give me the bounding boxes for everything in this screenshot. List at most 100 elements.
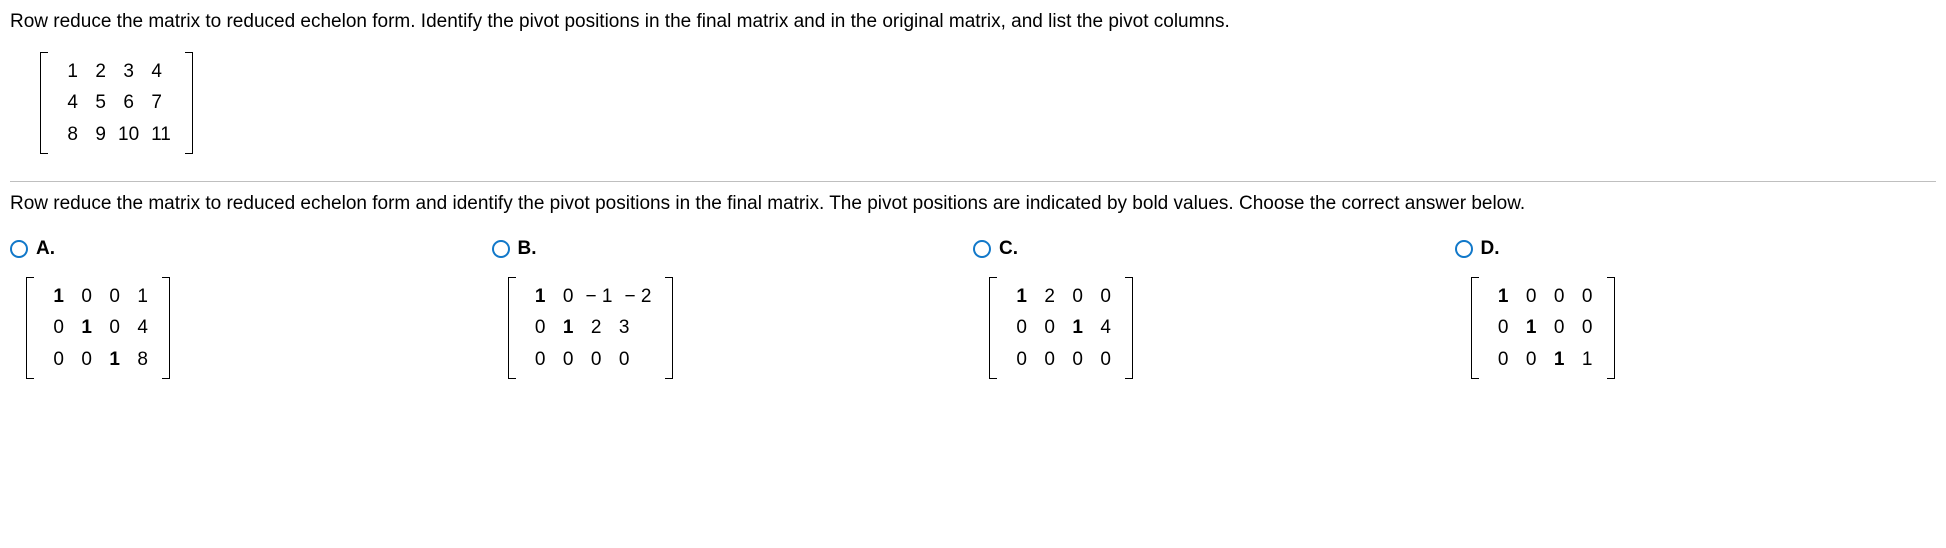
- choice-b: B. 1 0 − 1 − 2 0 1 2 3 0 0: [492, 235, 974, 388]
- choice-d: D. 1 0 0 0 0 1 0 0 0 0: [1455, 235, 1937, 388]
- choice-label: C.: [999, 235, 1018, 263]
- matrix-cell: 1: [1487, 281, 1515, 313]
- matrix-cell: 0: [42, 344, 70, 376]
- matrix-cell: 1: [1571, 344, 1599, 376]
- matrix-cell: 1: [98, 344, 126, 376]
- choice-b-matrix: 1 0 − 1 − 2 0 1 2 3 0 0 0 0: [508, 277, 674, 380]
- bracket-left-icon: [26, 277, 34, 380]
- bracket-left-icon: [989, 277, 997, 380]
- matrix-cell: 5: [84, 87, 112, 119]
- matrix-cell: 4: [126, 312, 154, 344]
- matrix-cell: 0: [1005, 344, 1033, 376]
- choice-label: B.: [518, 235, 537, 263]
- choice-c-matrix: 1 2 0 0 0 0 1 4 0 0 0 0: [989, 277, 1133, 380]
- choice-a-header[interactable]: A.: [10, 235, 472, 263]
- matrix-cell: 0: [1089, 281, 1117, 313]
- matrix-cell: 0: [1543, 312, 1571, 344]
- problem-header: Row reduce the matrix to reduced echelon…: [10, 8, 1936, 177]
- choice-b-header[interactable]: B.: [492, 235, 954, 263]
- choice-label: A.: [36, 235, 55, 263]
- choice-d-matrix: 1 0 0 0 0 1 0 0 0 0 1 1: [1471, 277, 1615, 380]
- matrix-cell: 11: [145, 119, 177, 151]
- matrix-row: 8 9 10 11: [56, 119, 177, 151]
- matrix-cell: 2: [84, 56, 112, 88]
- sub-instruction-text: Row reduce the matrix to reduced echelon…: [10, 190, 1936, 218]
- matrix-cell: 0: [1487, 312, 1515, 344]
- bracket-right-icon: [1607, 277, 1615, 380]
- bracket-right-icon: [185, 52, 193, 155]
- matrix-body: 1 2 3 4 4 5 6 7 8 9 10 11: [48, 52, 185, 155]
- radio-icon[interactable]: [1455, 240, 1473, 258]
- matrix-cell: 0: [1571, 312, 1599, 344]
- matrix-cell: 0: [1005, 312, 1033, 344]
- choice-c-header[interactable]: C.: [973, 235, 1435, 263]
- matrix-cell: 0: [98, 312, 126, 344]
- bracket-right-icon: [162, 277, 170, 380]
- bracket-right-icon: [1125, 277, 1133, 380]
- matrix-cell: 0: [524, 312, 552, 344]
- matrix-cell: 0: [42, 312, 70, 344]
- bracket-left-icon: [1471, 277, 1479, 380]
- matrix-cell: 2: [1033, 281, 1061, 313]
- bracket-left-icon: [508, 277, 516, 380]
- matrix-cell: 1: [1543, 344, 1571, 376]
- instruction-text: Row reduce the matrix to reduced echelon…: [10, 8, 1936, 36]
- matrix-cell: 6: [112, 87, 140, 119]
- matrix-cell: 1: [1515, 312, 1543, 344]
- matrix-cell: 0: [1033, 344, 1061, 376]
- matrix-cell: 1: [524, 281, 552, 313]
- matrix-cell: 0: [1515, 344, 1543, 376]
- matrix-cell: 1: [1061, 312, 1089, 344]
- matrix-cell: 8: [56, 119, 84, 151]
- matrix-cell: 7: [140, 87, 168, 119]
- matrix-cell: 1: [70, 312, 98, 344]
- matrix-row: 4 5 6 7: [56, 87, 177, 119]
- matrix-cell: 4: [56, 87, 84, 119]
- matrix-cell: 0: [98, 281, 126, 313]
- matrix-cell: 1: [1005, 281, 1033, 313]
- matrix-cell: − 1: [580, 281, 619, 313]
- problem-matrix: 1 2 3 4 4 5 6 7 8 9 10 11: [40, 52, 193, 155]
- matrix-cell: 1: [42, 281, 70, 313]
- matrix-cell: 0: [552, 281, 580, 313]
- matrix-cell: 0: [70, 281, 98, 313]
- matrix-cell: 8: [126, 344, 154, 376]
- choice-a: A. 1 0 0 1 0 1 0 4 0 0: [10, 235, 492, 388]
- bracket-right-icon: [665, 277, 673, 380]
- choice-label: D.: [1481, 235, 1500, 263]
- matrix-row: 1 2 3 4: [56, 56, 177, 88]
- matrix-cell: 0: [580, 344, 608, 376]
- matrix-cell: 9: [84, 119, 112, 151]
- divider: [10, 181, 1936, 182]
- matrix-cell: 0: [1033, 312, 1061, 344]
- matrix-cell: 0: [552, 344, 580, 376]
- matrix-cell: 0: [70, 344, 98, 376]
- matrix-cell: 0: [608, 344, 636, 376]
- choice-d-header[interactable]: D.: [1455, 235, 1917, 263]
- matrix-cell: 0: [524, 344, 552, 376]
- answer-choices: A. 1 0 0 1 0 1 0 4 0 0: [10, 233, 1936, 388]
- matrix-cell: 1: [126, 281, 154, 313]
- matrix-cell: − 2: [618, 281, 657, 313]
- matrix-cell: 0: [1543, 281, 1571, 313]
- matrix-cell: 3: [112, 56, 140, 88]
- matrix-cell: 1: [56, 56, 84, 88]
- matrix-cell: 0: [1061, 281, 1089, 313]
- matrix-cell: 0: [1089, 344, 1117, 376]
- matrix-cell: 0: [1487, 344, 1515, 376]
- radio-icon[interactable]: [492, 240, 510, 258]
- matrix-cell: 0: [1515, 281, 1543, 313]
- choice-c: C. 1 2 0 0 0 0 1 4 0 0: [973, 235, 1455, 388]
- matrix-cell: 0: [1061, 344, 1089, 376]
- radio-icon[interactable]: [10, 240, 28, 258]
- matrix-cell: 0: [1571, 281, 1599, 313]
- matrix-cell: 10: [112, 119, 145, 151]
- matrix-cell: 4: [140, 56, 168, 88]
- bracket-left-icon: [40, 52, 48, 155]
- radio-icon[interactable]: [973, 240, 991, 258]
- choice-a-matrix: 1 0 0 1 0 1 0 4 0 0 1 8: [26, 277, 170, 380]
- matrix-cell: 3: [608, 312, 636, 344]
- matrix-cell: 1: [552, 312, 580, 344]
- matrix-cell: 4: [1089, 312, 1117, 344]
- matrix-cell: 2: [580, 312, 608, 344]
